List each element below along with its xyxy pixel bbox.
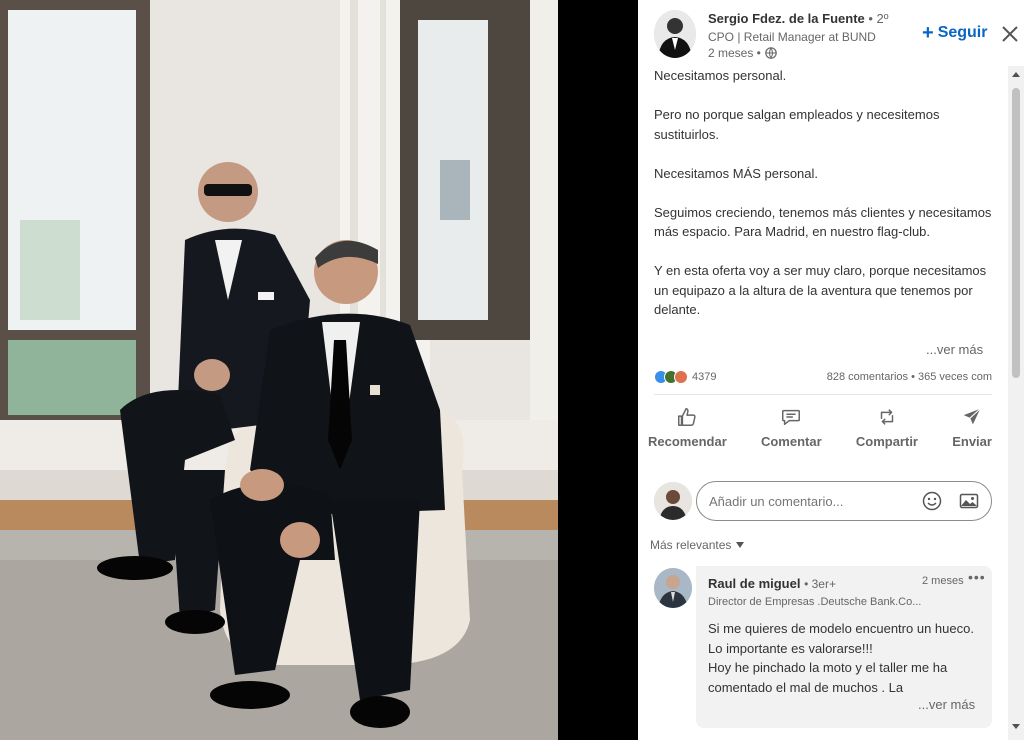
globe-icon <box>765 47 777 59</box>
close-icon[interactable] <box>1000 24 1020 44</box>
scroll-thumb[interactable] <box>1012 88 1020 378</box>
post-photo <box>0 0 558 740</box>
author-name[interactable]: Sergio Fdez. de la Fuente • 2º <box>708 11 889 26</box>
comment-item: Raul de miguel • 3er+ 2 meses ••• Direct… <box>654 566 992 740</box>
post-paragraph: Pero no porque salgan empleados y necesi… <box>654 107 940 142</box>
post-paragraph: Seguimos creciendo, tenemos más clientes… <box>654 204 992 240</box>
post-header: Sergio Fdez. de la Fuente • 2º CPO | Ret… <box>654 8 1018 64</box>
connection-degree: • 2º <box>868 11 889 26</box>
follow-button[interactable]: + Seguir <box>922 22 988 44</box>
comment-line: Hoy he pinchado la moto y el taller me h… <box>708 660 948 695</box>
comment-bubble: Raul de miguel • 3er+ 2 meses ••• Direct… <box>696 566 992 728</box>
follow-label: Seguir <box>937 24 988 41</box>
love-reaction-icon <box>674 370 688 384</box>
comments-shares-count[interactable]: 828 comentarios • 365 veces com <box>827 371 992 383</box>
comment-label: Comentar <box>760 434 822 449</box>
emoji-icon[interactable] <box>922 491 942 511</box>
comment-see-more-link[interactable]: ...ver más <box>914 697 976 712</box>
post-scroll-area[interactable]: Necesitamos personal. Pero no porque sal… <box>638 66 1008 740</box>
comment-composer <box>654 480 994 522</box>
author-headline: CPO | Retail Manager at BUND <box>708 30 876 44</box>
like-icon <box>678 408 696 426</box>
action-bar: Recomendar Comentar Compartir Enviar <box>644 406 996 456</box>
commenter-degree: • 3er+ <box>804 577 836 591</box>
send-button[interactable]: Enviar <box>948 406 996 456</box>
comment-options-icon[interactable]: ••• <box>968 569 986 585</box>
repost-icon <box>880 409 894 425</box>
commenter-headline: Director de Empresas .Deutsche Bank.Co..… <box>708 596 922 608</box>
send-label: Enviar <box>952 434 992 449</box>
comment-icon <box>782 409 801 426</box>
commenter-name-text[interactable]: Raul de miguel <box>708 576 800 591</box>
post-paragraph: Y en esta oferta voy a ser muy claro, po… <box>654 263 987 317</box>
comment-line: Si me quieres de modelo encuentro un hue… <box>708 621 974 636</box>
send-icon <box>963 408 981 425</box>
see-more-link[interactable]: ...ver más <box>926 342 983 357</box>
author-name-text[interactable]: Sergio Fdez. de la Fuente <box>708 11 865 26</box>
divider <box>654 394 992 395</box>
repost-label: Compartir <box>855 434 918 449</box>
sort-label: Más relevantes <box>650 538 732 552</box>
commenter-name[interactable]: Raul de miguel • 3er+ <box>708 576 836 591</box>
author-avatar[interactable] <box>654 10 696 58</box>
comment-input[interactable] <box>696 481 992 521</box>
comment-text: Si me quieres de modelo encuentro un hue… <box>708 619 978 697</box>
post-timestamp: 2 meses • <box>708 46 777 60</box>
like-label: Recomendar <box>648 434 727 449</box>
commenter-avatar[interactable] <box>654 568 692 608</box>
social-counts: 4379 828 comentarios • 365 veces com <box>654 370 992 388</box>
photo-viewer <box>0 0 638 740</box>
like-button[interactable]: Recomendar <box>644 406 731 456</box>
scroll-up-arrow-icon[interactable] <box>1012 72 1020 77</box>
repost-button[interactable]: Compartir <box>852 406 922 456</box>
image-icon[interactable] <box>959 491 979 511</box>
reactions-summary[interactable]: 4379 <box>654 370 716 384</box>
post-paragraph: Necesitamos personal. <box>654 68 787 83</box>
post-time: 2 meses • <box>708 46 761 60</box>
comment-time: 2 meses <box>922 575 964 587</box>
scroll-down-arrow-icon[interactable] <box>1012 724 1020 729</box>
scrollbar[interactable] <box>1008 66 1024 740</box>
plus-icon: + <box>922 22 934 44</box>
caret-down-icon <box>736 542 745 548</box>
post-body: Necesitamos personal. Pero no porque sal… <box>654 66 994 339</box>
reaction-count[interactable]: 4379 <box>692 371 716 383</box>
viewer-avatar[interactable] <box>654 482 692 520</box>
post-panel: Sergio Fdez. de la Fuente • 2º CPO | Ret… <box>638 0 1024 740</box>
photo-image <box>0 0 558 740</box>
comment-sort-dropdown[interactable]: Más relevantes <box>650 538 745 552</box>
comment-button[interactable]: Comentar <box>757 406 826 456</box>
comment-line: Lo importante es valorarse!!! <box>708 640 873 656</box>
post-paragraph: Necesitamos MÁS personal. <box>654 165 819 181</box>
